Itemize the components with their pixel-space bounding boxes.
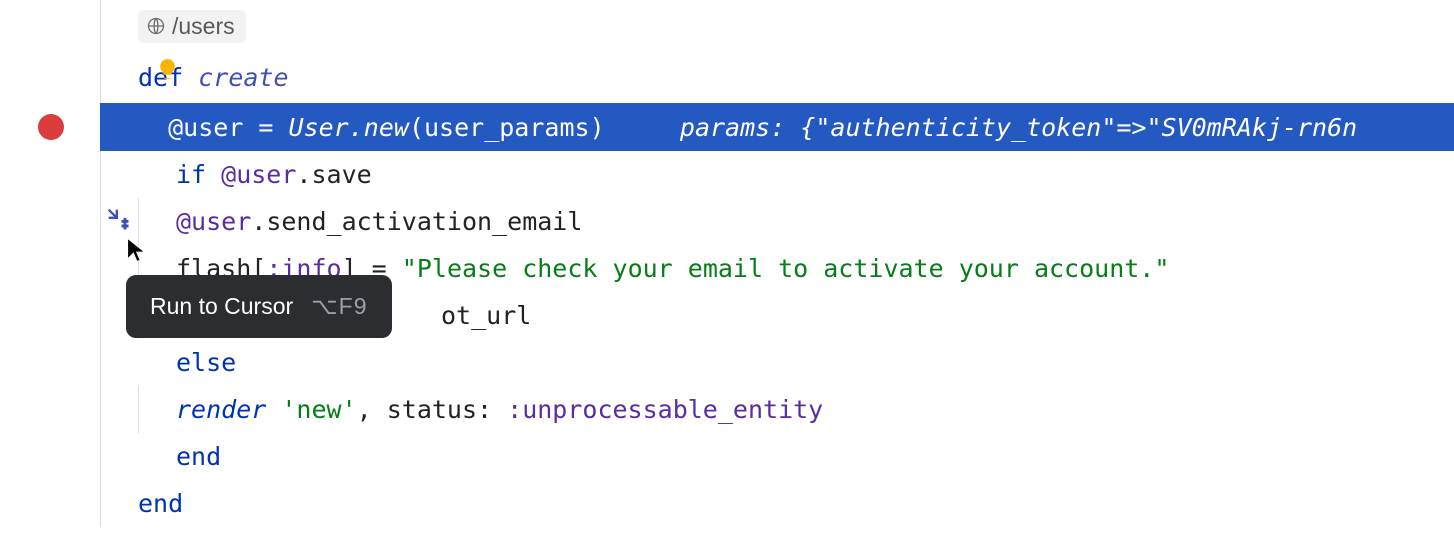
code-line[interactable]: @user.send_activation_email	[0, 198, 1454, 245]
code-line[interactable]: end	[0, 480, 1454, 527]
tooltip-shortcut: ⌥F9	[311, 293, 367, 320]
breakpoint-icon[interactable]	[38, 114, 64, 140]
code-token: , status:	[357, 395, 508, 424]
code-line[interactable]: end	[0, 433, 1454, 480]
code-token: (user_params)	[409, 113, 605, 142]
code-token: 'new'	[281, 395, 356, 424]
keyword-if: if	[176, 160, 221, 189]
keyword-end: end	[176, 442, 221, 471]
code-line[interactable]: render 'new', status: :unprocessable_ent…	[0, 386, 1454, 433]
code-line[interactable]: /users	[0, 0, 1454, 52]
code-token: .send_activation_email	[251, 207, 582, 236]
code-line[interactable]: if @user.save	[0, 151, 1454, 198]
inline-debug-hint: params: {"authenticity_token"=>"SV0mRAkj…	[680, 113, 1357, 142]
keyword-end: end	[138, 489, 183, 518]
code-token: render	[176, 395, 281, 424]
code-token: .save	[296, 160, 371, 189]
code-token: :unprocessable_entity	[507, 395, 823, 424]
code-token: ot_url	[441, 301, 531, 330]
route-hint-badge[interactable]: /users	[138, 10, 246, 43]
code-token: "Please check your email to activate you…	[402, 254, 1170, 283]
code-token: User.new	[289, 113, 409, 142]
run-to-cursor-icon[interactable]	[104, 205, 132, 239]
code-token: @user	[221, 160, 296, 189]
globe-icon	[146, 16, 166, 36]
lightbulb-icon[interactable]	[155, 57, 180, 82]
run-to-cursor-tooltip: Run to Cursor ⌥F9	[126, 275, 392, 338]
execution-line[interactable]: @user = User.new(user_params) params: {"…	[0, 103, 1454, 151]
mouse-cursor-icon	[126, 237, 150, 271]
code-token: @user =	[168, 113, 288, 142]
code-editor[interactable]: Run to Cursor ⌥F9 /users def create @use…	[0, 0, 1454, 534]
code-line[interactable]: else	[0, 339, 1454, 386]
code-token: @user	[176, 207, 251, 236]
tooltip-label: Run to Cursor	[150, 293, 293, 320]
code-line[interactable]: def create	[0, 52, 1454, 103]
method-name: create	[198, 63, 288, 92]
keyword-else: else	[176, 348, 236, 377]
route-hint-text: /users	[172, 13, 235, 40]
